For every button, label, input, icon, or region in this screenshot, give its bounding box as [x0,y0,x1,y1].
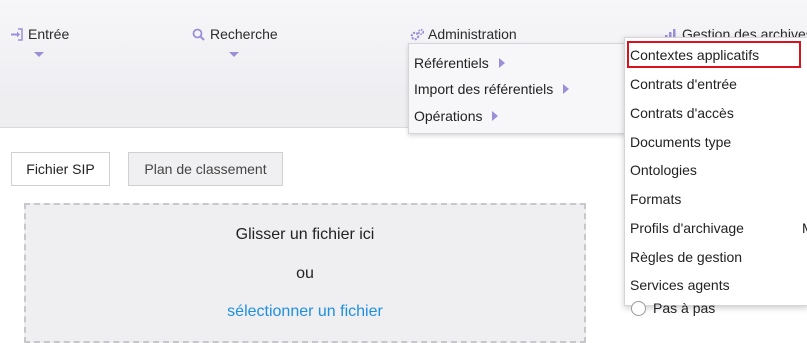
nav-recherche-label: Recherche [210,26,278,42]
nav-entree-label: Entrée [28,26,70,42]
drop-zone-instruction: Glisser un fichier ici [235,226,375,243]
select-file-link[interactable]: sélectionner un fichier [26,303,584,321]
chevron-right-icon [498,58,505,68]
tab-plan-de-classement[interactable]: Plan de classement [128,152,283,186]
gears-icon [410,28,425,41]
submenu-item-contrats-acces[interactable]: Contrats d'accès [630,105,734,121]
chevron-right-icon [492,111,499,121]
nav-recherche[interactable]: Recherche [192,26,278,42]
menu-item-label: Opérations [414,108,483,124]
submenu-item-profils-archivage[interactable]: Profils d'archivage [630,220,744,236]
menu-item-label: Référentiels [414,55,489,71]
menu-item-label: Import des référentiels [414,81,554,97]
search-icon [192,28,205,41]
chevron-down-icon [229,52,239,57]
submenu-item-regles-gestion[interactable]: Règles de gestion [630,249,742,265]
submenu-item-documents-type[interactable]: Documents type [630,134,731,150]
menu-item-import-referentiels[interactable]: Import des référentiels [414,81,570,97]
submenu-item-services-agents[interactable]: Services agents [630,277,730,293]
nav-entree[interactable]: Entrée [10,26,69,42]
nav-administration[interactable]: Administration [410,26,517,42]
referentiels-submenu: Contextes applicatifs Contrats d'entrée … [624,37,807,306]
menu-item-referentiels[interactable]: Référentiels [414,55,505,71]
radio-pas-a-pas[interactable] [631,301,646,316]
submenu-item-contrats-entree[interactable]: Contrats d'entrée [630,76,737,92]
file-drop-zone[interactable]: Glisser un fichier ici ou sélectionner u… [24,203,586,343]
sign-in-icon [10,27,23,41]
administration-menu: Référentiels Import des référentiels Opé… [408,43,626,134]
submenu-item-ontologies[interactable]: Ontologies [630,162,697,178]
menu-item-operations[interactable]: Opérations [414,108,499,124]
chevron-right-icon [563,84,570,94]
partial-label: M [802,220,807,236]
radio-pas-a-pas-label: Pas à pas [653,300,716,316]
submenu-item-formats[interactable]: Formats [630,191,681,207]
submenu-item-contextes-applicatifs[interactable]: Contextes applicatifs [630,47,759,63]
chevron-down-icon [34,52,44,57]
drop-zone-or: ou [296,265,314,282]
tab-fichier-sip[interactable]: Fichier SIP [11,152,110,186]
select-file-link-label[interactable]: sélectionner un fichier [227,303,383,320]
nav-administration-label: Administration [428,26,517,42]
